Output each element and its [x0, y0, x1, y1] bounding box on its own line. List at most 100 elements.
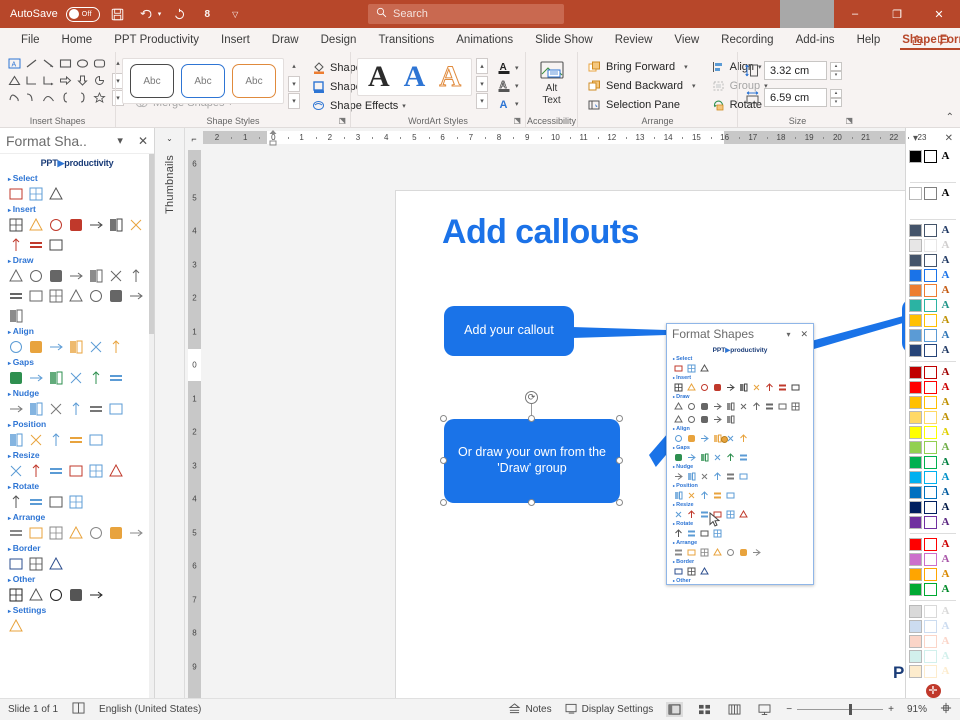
slide-sorter-icon[interactable] [696, 702, 713, 717]
fill-swatch[interactable] [909, 366, 922, 379]
outline-swatch[interactable] [924, 426, 937, 439]
outline-swatch[interactable] [924, 486, 937, 499]
shape-height-field[interactable]: ▴▾ [744, 61, 842, 80]
fill-swatch[interactable] [909, 553, 922, 566]
draw-tool-9-icon[interactable] [27, 287, 44, 304]
fill-swatch[interactable] [909, 665, 922, 678]
nudge-tool-2-icon[interactable] [686, 471, 697, 482]
position-tool-2-icon[interactable] [686, 490, 697, 501]
zoom-out-button[interactable]: − [786, 704, 792, 715]
border-tool-1-icon[interactable] [7, 555, 24, 572]
text-effects-caret-icon[interactable]: ▾ [515, 100, 519, 108]
wordart-styles-scroll[interactable]: ▴ ▾ ▾ [476, 58, 488, 109]
bring-forward-button[interactable]: Bring Forward ▾ [584, 58, 699, 75]
undo-icon[interactable] [136, 4, 156, 24]
wordart-scroll-up-button[interactable]: ▴ [476, 58, 488, 74]
nudge-tool-4-icon[interactable] [67, 400, 84, 417]
size-dialog-launcher[interactable]: ⬔ [845, 116, 853, 125]
gaps-tool-5-icon[interactable] [725, 452, 736, 463]
outline-swatch[interactable] [924, 456, 937, 469]
fill-swatch[interactable] [909, 411, 922, 424]
outline-swatch[interactable] [924, 254, 937, 267]
ribbon-tab-file[interactable]: File [10, 31, 51, 49]
select-tool-3-icon[interactable] [47, 185, 64, 202]
color-preset-row[interactable]: A [906, 149, 960, 164]
ribbon-tab-view[interactable]: View [663, 31, 710, 49]
shape-arc-icon[interactable] [23, 89, 40, 106]
color-pane-close-icon[interactable]: ✕ [945, 133, 953, 144]
outline-swatch[interactable] [924, 299, 937, 312]
color-preset-row[interactable]: A [906, 552, 960, 567]
wordart-preset-1[interactable]: A [368, 60, 390, 94]
draw-tool-1-icon[interactable] [7, 267, 24, 284]
gaps-tool-3-icon[interactable] [47, 369, 64, 386]
selection-handle-tr[interactable] [616, 415, 623, 422]
outline-swatch[interactable] [924, 501, 937, 514]
insert-tool-9-icon[interactable] [27, 236, 44, 253]
shape-line-icon[interactable] [23, 55, 40, 72]
minimize-button[interactable]: – [834, 0, 876, 28]
shape-styles-scroll-down-button[interactable]: ▾ [288, 76, 300, 92]
color-preset-row[interactable]: A [906, 485, 960, 500]
text-color-swatch[interactable]: A [939, 381, 952, 394]
arrange-tool-5-icon[interactable] [87, 524, 104, 541]
arrange-tool-7-icon[interactable] [751, 547, 762, 558]
arrange-tool-3-icon[interactable] [699, 547, 710, 558]
arrange-tool-7-icon[interactable] [127, 524, 144, 541]
display-settings-button[interactable]: Display Settings [565, 703, 654, 717]
shape-style-preset-1[interactable]: Abc [130, 64, 174, 98]
draw-tool-10-icon[interactable] [790, 401, 801, 412]
resize-tool-2-icon[interactable] [27, 462, 44, 479]
fill-swatch[interactable] [909, 284, 922, 297]
ribbon-tab-help[interactable]: Help [846, 31, 892, 49]
wordart-preset-3[interactable]: A [439, 60, 461, 94]
zoom-knob[interactable] [849, 704, 852, 715]
ribbon-tab-transitions[interactable]: Transitions [367, 31, 445, 49]
fill-swatch[interactable] [909, 224, 922, 237]
color-preset-row[interactable]: A [906, 410, 960, 425]
outline-swatch[interactable] [924, 553, 937, 566]
select-tool-3-icon[interactable] [699, 363, 710, 374]
insert-tool-3-icon[interactable] [47, 216, 64, 233]
shape-styles-scroll-up-button[interactable]: ▴ [288, 58, 300, 74]
position-tool-5-icon[interactable] [725, 490, 736, 501]
shape-arrow-icon[interactable] [40, 55, 57, 72]
gaps-tool-6-icon[interactable] [107, 369, 124, 386]
text-color-swatch[interactable]: A [939, 239, 952, 252]
shape-down-arrow-icon[interactable] [74, 72, 91, 89]
color-preset-row[interactable]: A [906, 619, 960, 634]
insert-tool-1-icon[interactable] [7, 216, 24, 233]
color-preset-row[interactable]: A [906, 253, 960, 268]
draw-tool-11-icon[interactable] [67, 287, 84, 304]
nudge-tool-5-icon[interactable] [87, 400, 104, 417]
outline-swatch[interactable] [924, 187, 937, 200]
fill-swatch[interactable] [909, 583, 922, 596]
border-tool-3-icon[interactable] [699, 566, 710, 577]
shape-elbow-connector-icon[interactable] [23, 72, 40, 89]
ribbon-tab-animations[interactable]: Animations [445, 31, 524, 49]
color-preset-row[interactable]: A [906, 343, 960, 358]
send-backward-button[interactable]: Send Backward ▾ [584, 77, 699, 94]
fill-swatch[interactable] [909, 344, 922, 357]
align-tool-6-icon[interactable] [107, 338, 124, 355]
color-preset-row[interactable]: A [906, 604, 960, 619]
draw-tool-12-icon[interactable] [87, 287, 104, 304]
insert-tool-4-icon[interactable] [712, 382, 723, 393]
border-tool-1-icon[interactable] [673, 566, 684, 577]
connector-orange-handle[interactable] [721, 436, 728, 443]
select-tool-1-icon[interactable] [7, 185, 24, 202]
shape-rectangle-icon[interactable] [57, 55, 74, 72]
shape-pie-icon[interactable] [91, 72, 108, 89]
text-color-swatch[interactable]: A [939, 314, 952, 327]
text-color-swatch[interactable]: A [939, 650, 952, 663]
insert-tool-2-icon[interactable] [686, 382, 697, 393]
settings-tool-1-icon[interactable] [7, 617, 24, 634]
fill-swatch[interactable] [909, 426, 922, 439]
resize-tool-2-icon[interactable] [686, 509, 697, 520]
shape-styles-dialog-launcher[interactable]: ⬔ [338, 116, 346, 125]
draw-tool-15-icon[interactable] [725, 414, 736, 425]
autosave-toggle[interactable]: Off [66, 7, 100, 22]
insert-tool-7-icon[interactable] [751, 382, 762, 393]
text-color-swatch[interactable]: A [939, 284, 952, 297]
color-preset-row[interactable]: A [906, 395, 960, 410]
